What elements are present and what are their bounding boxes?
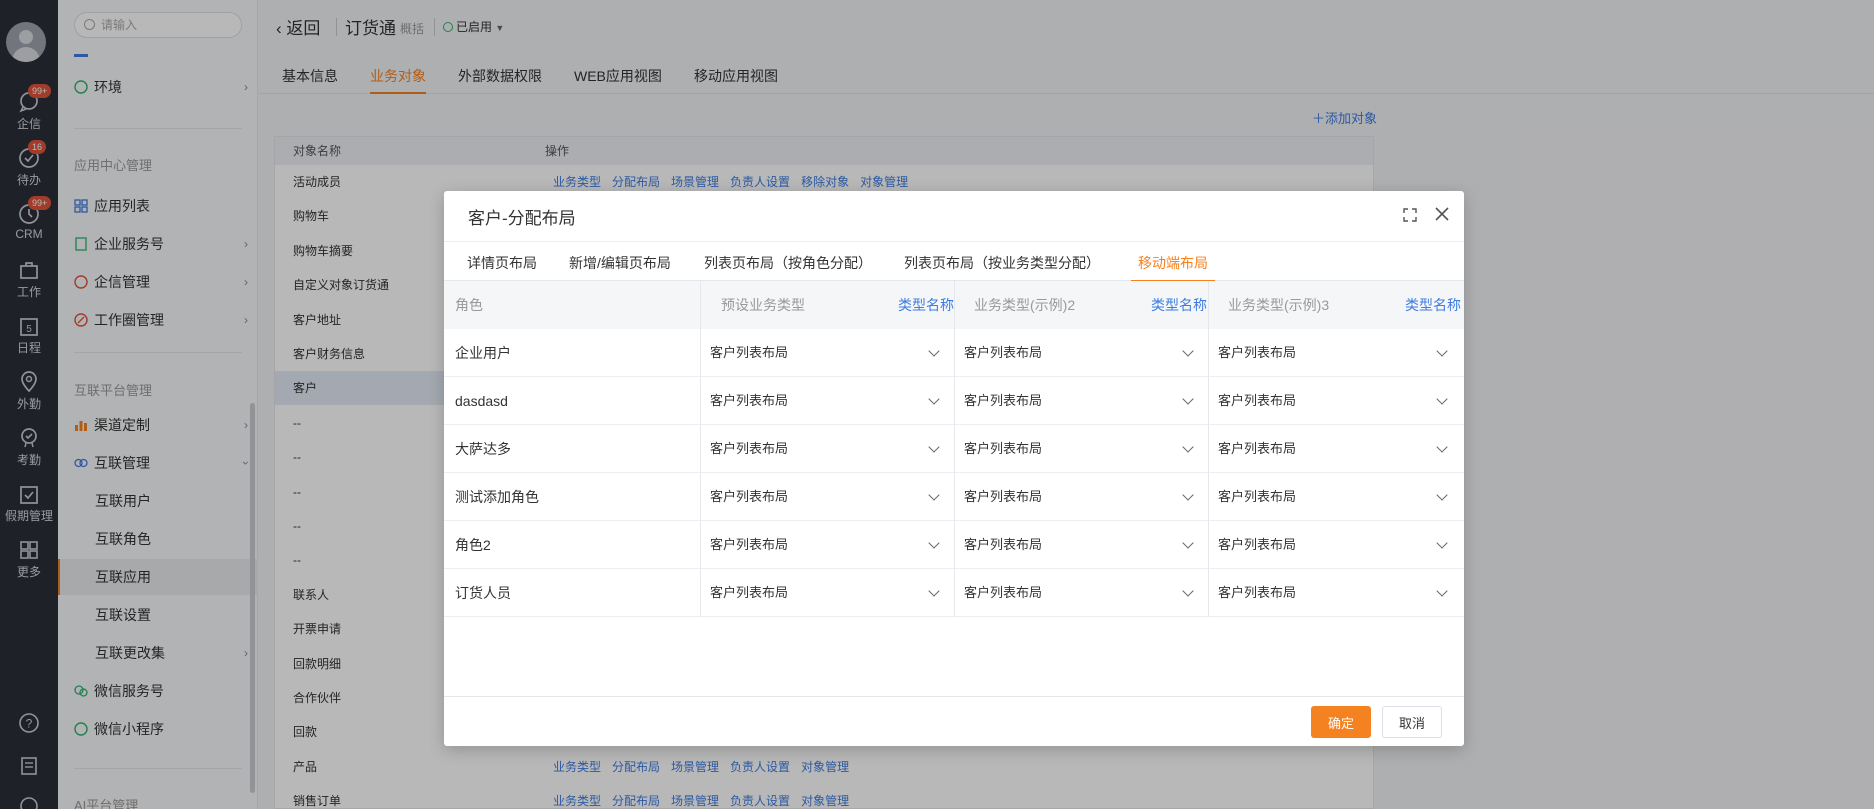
chevron-down-icon: [1182, 489, 1194, 501]
tab-list-by-type[interactable]: 列表页布局（按业务类型分配）: [904, 253, 1100, 282]
role-name: 企业用户: [455, 345, 511, 361]
type-name-link[interactable]: 类型名称: [898, 281, 954, 329]
role-name: 大萨达多: [455, 441, 511, 457]
layout-select[interactable]: 客户列表布局: [1218, 521, 1454, 569]
col-role-label: 角色: [455, 297, 483, 313]
divider: [1208, 281, 1209, 617]
chevron-down-icon: [1182, 345, 1194, 357]
layout-select-value: 客户列表布局: [710, 393, 789, 408]
layout-select[interactable]: 客户列表布局: [1218, 377, 1454, 425]
divider: [700, 281, 701, 617]
layout-select[interactable]: 客户列表布局: [1218, 473, 1454, 521]
chevron-down-icon: [928, 345, 940, 357]
layout-select[interactable]: 客户列表布局: [964, 521, 1200, 569]
layout-select-value: 客户列表布局: [710, 585, 789, 600]
layout-select[interactable]: 客户列表布局: [964, 569, 1200, 617]
chevron-down-icon: [1436, 345, 1448, 357]
layout-select[interactable]: 客户列表布局: [964, 329, 1200, 377]
role-name: 角色2: [455, 537, 491, 553]
layout-select-value: 客户列表布局: [964, 345, 1043, 360]
layout-select-value: 客户列表布局: [710, 489, 789, 504]
col-type-3: 业务类型(示例)3 类型名称: [1228, 281, 1481, 329]
layout-select-value: 客户列表布局: [710, 345, 789, 360]
layout-select[interactable]: 客户列表布局: [1218, 569, 1454, 617]
layout-select[interactable]: 客户列表布局: [1218, 329, 1454, 377]
col-type-name: 业务类型(示例)3: [1228, 297, 1330, 313]
chevron-down-icon: [928, 489, 940, 501]
dialog-tabs: 详情页布局 新增/编辑页布局 列表页布局（按角色分配） 列表页布局（按业务类型分…: [444, 241, 1464, 282]
chevron-down-icon: [928, 393, 940, 405]
col-role: 角色: [455, 281, 695, 329]
chevron-down-icon: [1436, 537, 1448, 549]
layout-select[interactable]: 客户列表布局: [1218, 425, 1454, 473]
role-name: dasdasd: [455, 393, 508, 409]
close-icon[interactable]: [1432, 204, 1452, 224]
role-name: 测试添加角色: [455, 489, 539, 505]
dialog-footer-divider: [444, 696, 1464, 697]
col-type-name: 预设业务类型: [721, 297, 805, 313]
layout-select[interactable]: 客户列表布局: [710, 473, 946, 521]
divider: [954, 281, 955, 617]
layout-select-value: 客户列表布局: [1218, 345, 1297, 360]
confirm-button[interactable]: 确定: [1311, 706, 1371, 738]
cancel-button[interactable]: 取消: [1382, 706, 1442, 738]
dialog-title: 客户-分配布局: [468, 209, 576, 228]
role-name: 订货人员: [455, 585, 511, 601]
layout-select-value: 客户列表布局: [1218, 537, 1297, 552]
layout-select-value: 客户列表布局: [1218, 585, 1297, 600]
chevron-down-icon: [1436, 441, 1448, 453]
tab-detail-layout[interactable]: 详情页布局: [467, 253, 537, 282]
chevron-down-icon: [1182, 441, 1194, 453]
layout-select-value: 客户列表布局: [964, 441, 1043, 456]
layout-select-value: 客户列表布局: [964, 393, 1043, 408]
layout-select[interactable]: 客户列表布局: [964, 425, 1200, 473]
layout-select-value: 客户列表布局: [710, 537, 789, 552]
expand-icon[interactable]: [1402, 207, 1418, 223]
layout-select[interactable]: 客户列表布局: [710, 521, 946, 569]
layout-select-value: 客户列表布局: [1218, 441, 1297, 456]
type-name-link[interactable]: 类型名称: [1405, 281, 1461, 329]
layout-select[interactable]: 客户列表布局: [710, 425, 946, 473]
tab-mobile-layout[interactable]: 移动端布局: [1131, 253, 1215, 282]
chevron-down-icon: [1182, 537, 1194, 549]
chevron-down-icon: [1436, 489, 1448, 501]
chevron-down-icon: [928, 441, 940, 453]
chevron-down-icon: [1182, 393, 1194, 405]
layout-select-value: 客户列表布局: [964, 585, 1043, 600]
tab-list-by-role[interactable]: 列表页布局（按角色分配）: [704, 253, 872, 282]
layout-select[interactable]: 客户列表布局: [964, 377, 1200, 425]
chevron-down-icon: [928, 537, 940, 549]
layout-select-value: 客户列表布局: [1218, 393, 1297, 408]
type-name-link[interactable]: 类型名称: [1151, 281, 1207, 329]
layout-select-value: 客户列表布局: [964, 537, 1043, 552]
chevron-down-icon: [928, 585, 940, 597]
layout-select-value: 客户列表布局: [964, 489, 1043, 504]
layout-select[interactable]: 客户列表布局: [710, 329, 946, 377]
chevron-down-icon: [1182, 585, 1194, 597]
layout-select-value: 客户列表布局: [1218, 489, 1297, 504]
layout-select[interactable]: 客户列表布局: [710, 569, 946, 617]
chevron-down-icon: [1436, 585, 1448, 597]
chevron-down-icon: [1436, 393, 1448, 405]
assign-layout-dialog: 客户-分配布局 详情页布局 新增/编辑页布局 列表页布局（按角色分配） 列表页布…: [444, 191, 1464, 746]
layout-select[interactable]: 客户列表布局: [964, 473, 1200, 521]
tab-edit-layout[interactable]: 新增/编辑页布局: [569, 253, 671, 282]
col-type-name: 业务类型(示例)2: [974, 297, 1076, 313]
app-root: 企信 99+ 待办 16 CRM 99+ 工作 5 日程 外勤 考勤 假期管理 更多 ? 请输入 环境 …: [0, 0, 1874, 809]
layout-select[interactable]: 客户列表布局: [710, 377, 946, 425]
col-type-2: 业务类型(示例)2 类型名称: [974, 281, 1227, 329]
layout-select-value: 客户列表布局: [710, 441, 789, 456]
col-type-1: 预设业务类型 类型名称: [721, 281, 974, 329]
